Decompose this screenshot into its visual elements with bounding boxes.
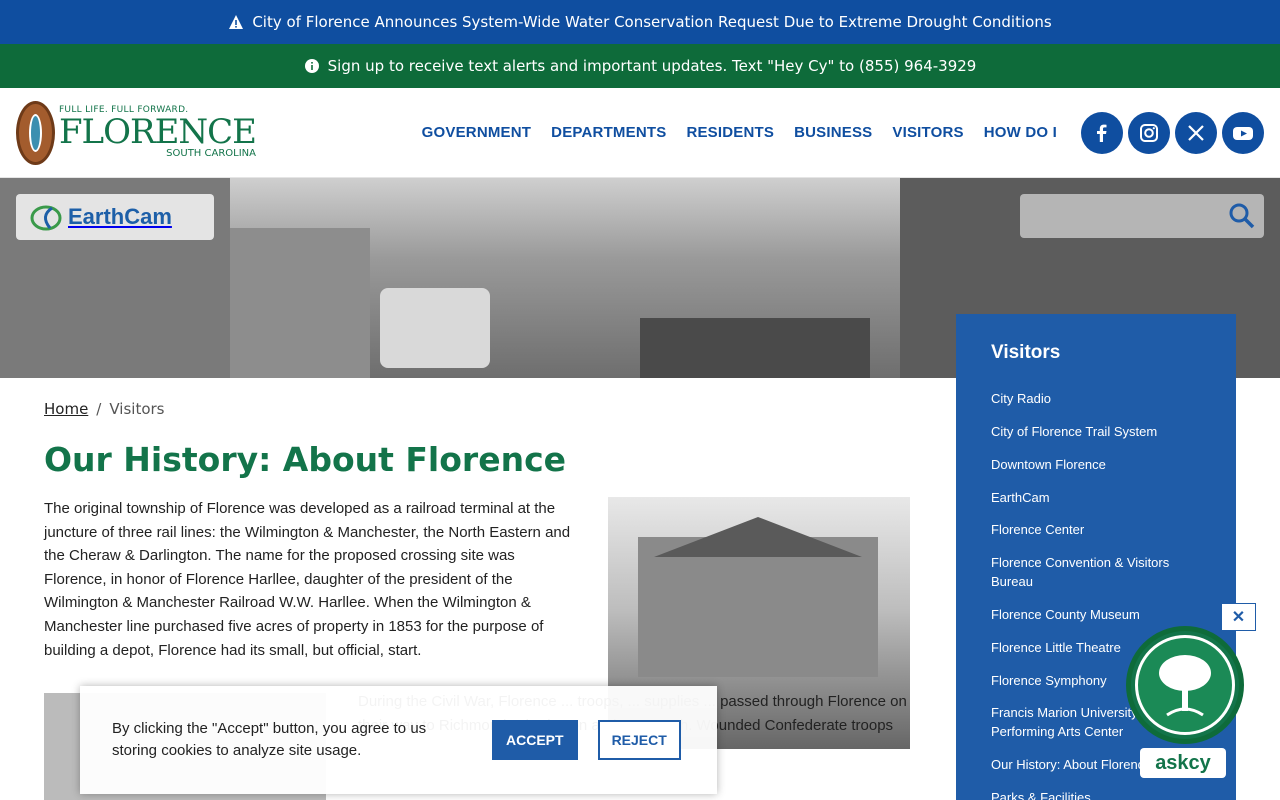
- tree-icon: [1135, 635, 1235, 735]
- nav-how-do-i[interactable]: HOW DO I: [984, 124, 1057, 141]
- city-seal-icon: [16, 100, 55, 165]
- nav-departments[interactable]: DEPARTMENTS: [551, 124, 666, 141]
- breadcrumb: Home / Visitors: [44, 400, 914, 418]
- breadcrumb-current: Visitors: [109, 400, 165, 418]
- site-header: FULL LIFE. FULL FORWARD. FLORENCE SOUTH …: [0, 88, 1280, 178]
- site-search: [1020, 194, 1264, 238]
- askcy-avatar[interactable]: [1126, 626, 1244, 744]
- main-nav: GOVERNMENT DEPARTMENTS RESIDENTS BUSINES…: [422, 124, 1057, 141]
- page-title: Our History: About Florence: [44, 440, 567, 479]
- water-alert-text[interactable]: City of Florence Announces System-Wide W…: [252, 13, 1051, 31]
- breadcrumb-home[interactable]: Home: [44, 400, 88, 418]
- x-icon[interactable]: [1175, 111, 1217, 154]
- breadcrumb-separator: /: [96, 400, 102, 418]
- info-icon: [304, 58, 320, 74]
- youtube-icon[interactable]: [1222, 111, 1264, 154]
- sidebar-item-florence-center[interactable]: Florence Center: [991, 522, 1084, 537]
- facebook-icon[interactable]: [1081, 111, 1123, 154]
- nav-visitors[interactable]: VISITORS: [892, 124, 963, 141]
- logo-state: SOUTH CAROLINA: [166, 148, 256, 159]
- search-input[interactable]: [1020, 194, 1220, 238]
- text-alerts-bar[interactable]: Sign up to receive text alerts and impor…: [0, 44, 1280, 88]
- nav-government[interactable]: GOVERNMENT: [422, 124, 532, 141]
- sidebar-item-fmu-arts-center[interactable]: Francis Marion University Performing Art…: [991, 705, 1138, 739]
- askcy-label[interactable]: askcy: [1140, 748, 1226, 778]
- earthcam-button[interactable]: EarthCam: [16, 194, 214, 240]
- sidebar-title: Visitors: [991, 342, 1061, 363]
- cookie-banner: By clicking the "Accept" button, you agr…: [80, 686, 717, 794]
- social-links: [1081, 111, 1264, 154]
- hero-cars: [640, 318, 870, 378]
- sidebar-item-convention-bureau[interactable]: Florence Convention & Visitors Bureau: [991, 555, 1169, 589]
- sidebar-item-city-radio[interactable]: City Radio: [991, 391, 1051, 406]
- cookie-message: By clicking the "Accept" button, you agr…: [112, 720, 427, 759]
- sidebar-item-parks[interactable]: Parks & Facilities: [991, 790, 1091, 800]
- nav-business[interactable]: BUSINESS: [794, 124, 872, 141]
- hero-bus: [380, 288, 490, 368]
- sidebar-item-county-museum[interactable]: Florence County Museum: [991, 607, 1140, 622]
- text-alerts-text[interactable]: Sign up to receive text alerts and impor…: [328, 57, 977, 75]
- close-icon: ✕: [1231, 609, 1246, 626]
- water-alert-bar[interactable]: City of Florence Announces System-Wide W…: [0, 0, 1280, 44]
- earthcam-icon: [30, 205, 62, 231]
- sidebar-item-symphony[interactable]: Florence Symphony: [991, 673, 1107, 688]
- nav-residents[interactable]: RESIDENTS: [686, 124, 774, 141]
- sidebar-item-trail-system[interactable]: City of Florence Trail System: [991, 424, 1157, 439]
- reject-button[interactable]: REJECT: [597, 720, 681, 760]
- accept-button[interactable]: ACCEPT: [492, 720, 578, 760]
- site-logo[interactable]: FULL LIFE. FULL FORWARD. FLORENCE SOUTH …: [16, 100, 257, 165]
- instagram-icon[interactable]: [1128, 111, 1170, 154]
- sidebar-item-downtown[interactable]: Downtown Florence: [991, 457, 1106, 472]
- search-icon[interactable]: [1226, 200, 1258, 232]
- earthcam-label: EarthCam: [68, 204, 172, 229]
- askcy-chat-widget[interactable]: askcy: [1124, 626, 1246, 782]
- hero-building: [230, 228, 370, 378]
- logo-name: FLORENCE: [58, 112, 257, 152]
- sidebar-item-little-theatre[interactable]: Florence Little Theatre: [991, 640, 1121, 655]
- warning-icon: [228, 14, 244, 30]
- sidebar-item-earthcam[interactable]: EarthCam: [991, 490, 1050, 505]
